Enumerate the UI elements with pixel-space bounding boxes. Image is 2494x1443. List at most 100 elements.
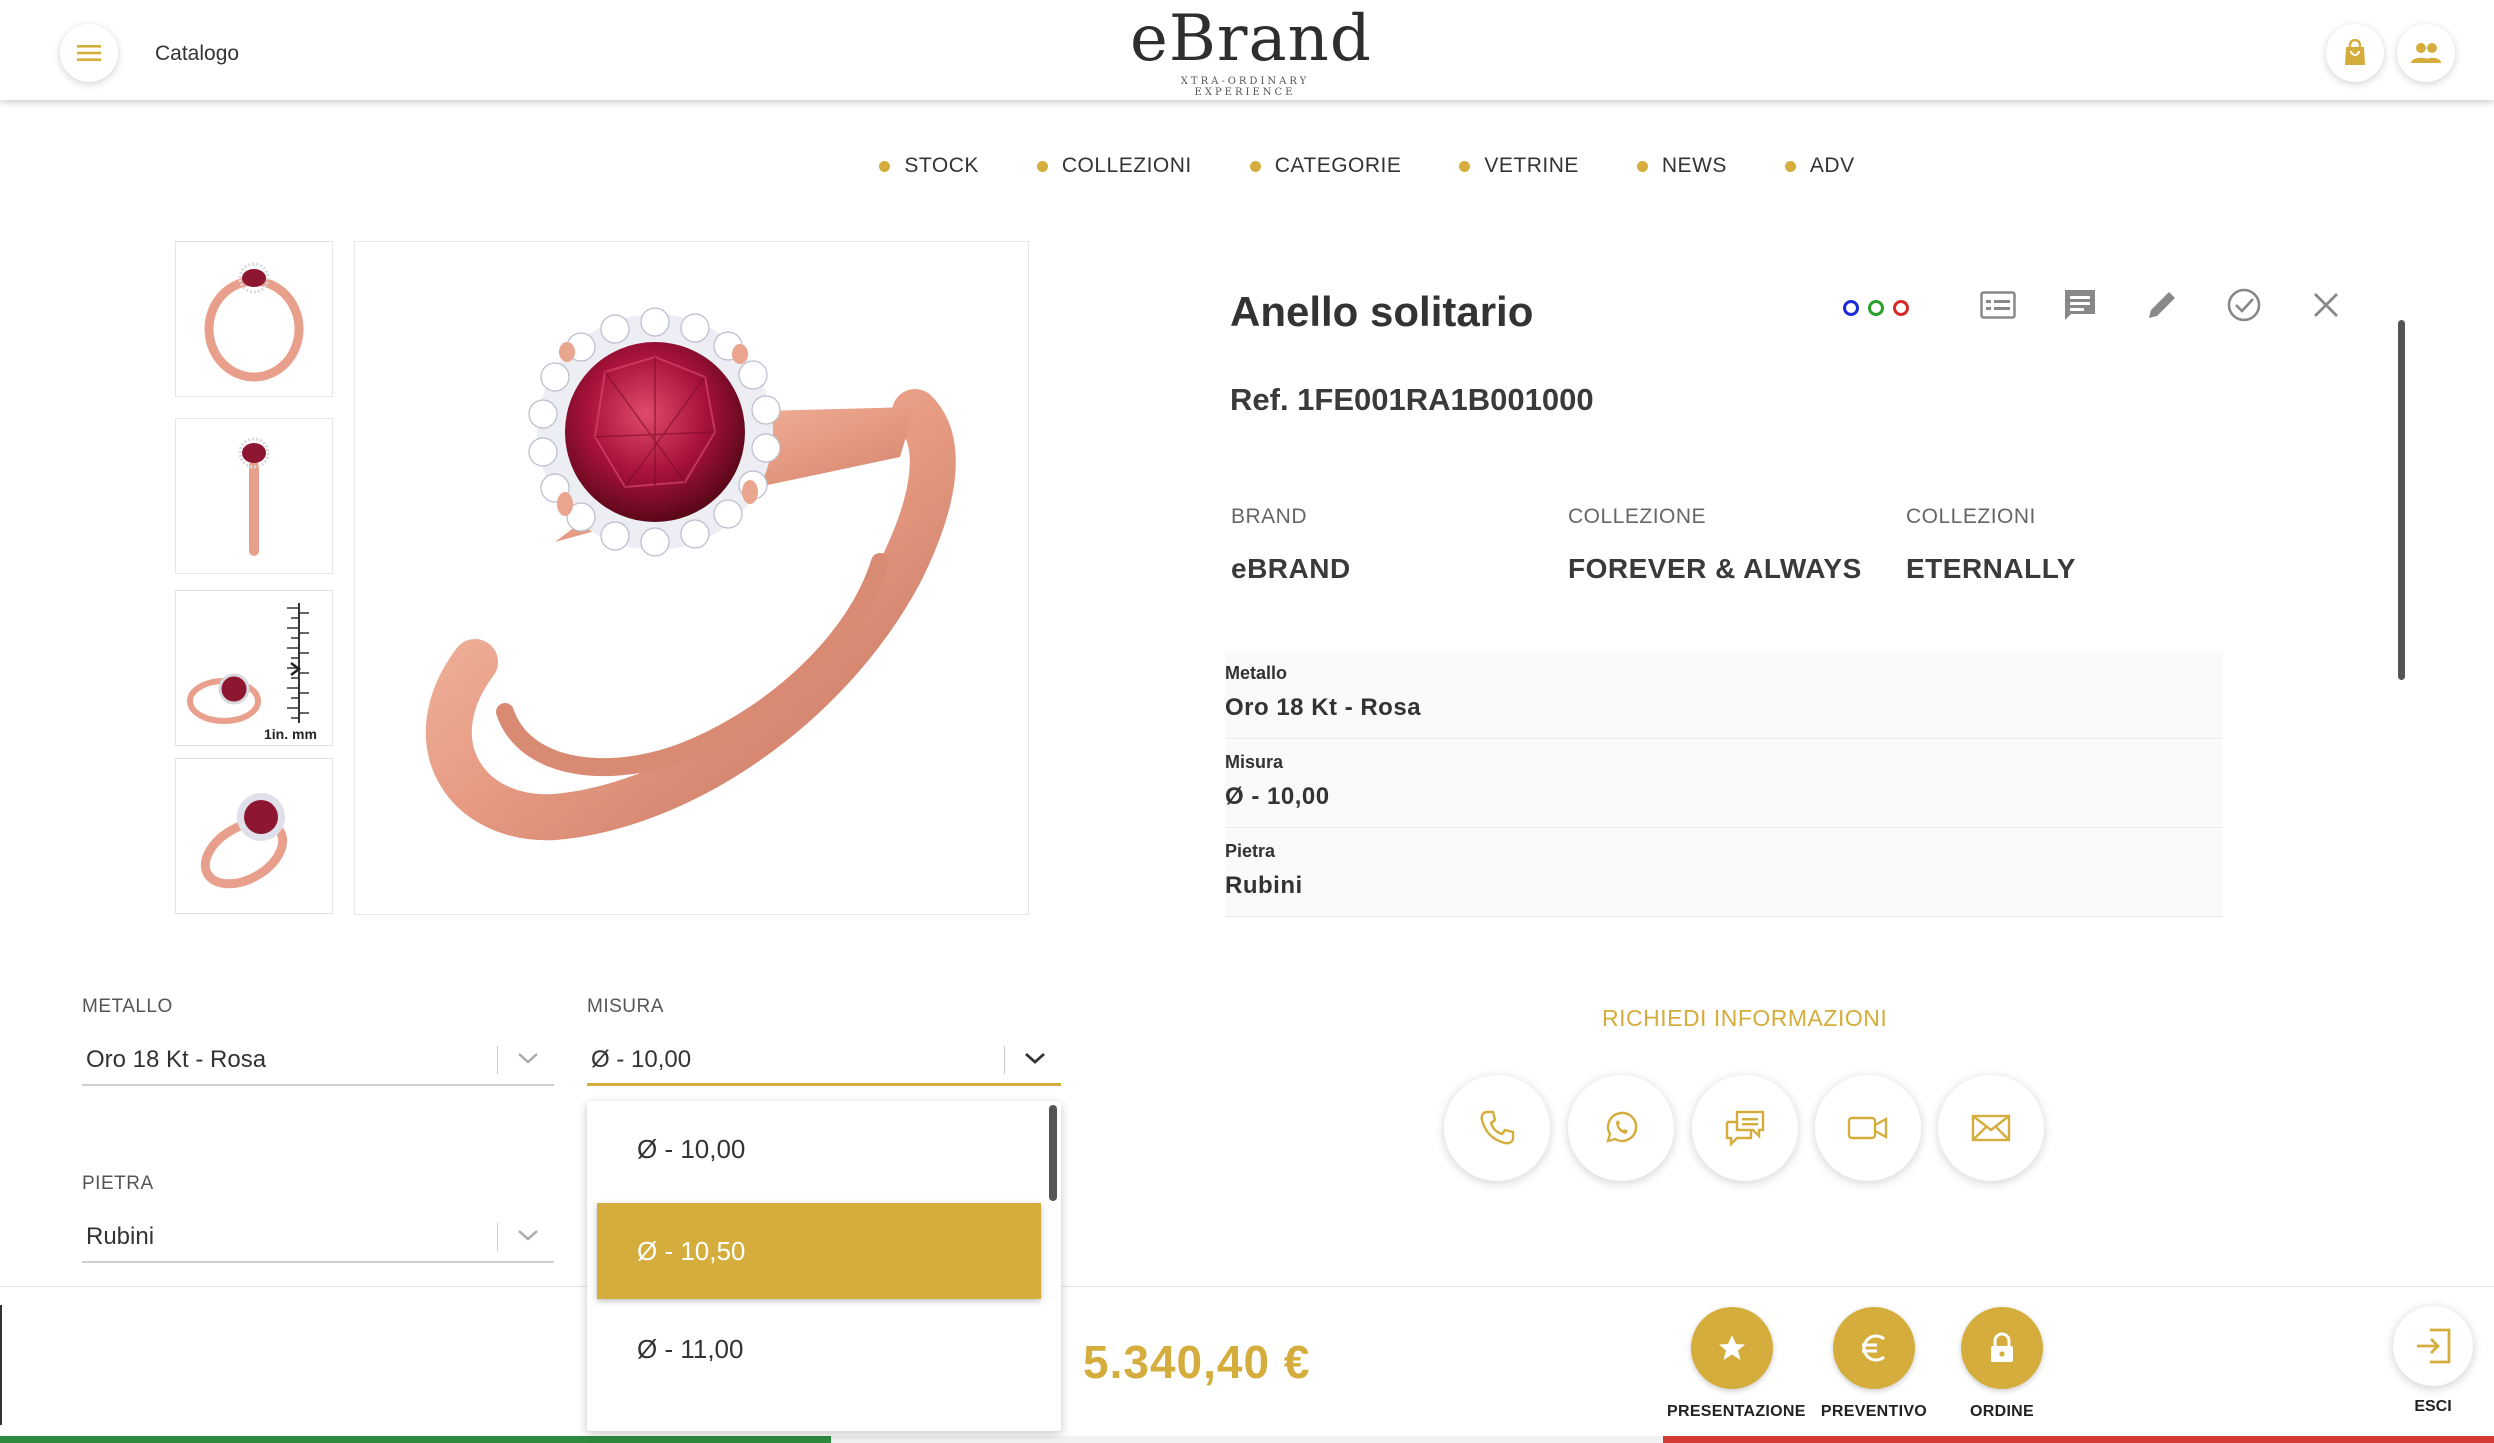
- dropdown-option-highlighted[interactable]: Ø - 10,50: [597, 1203, 1041, 1299]
- spec-row-pietra: Pietra Rubini: [1225, 829, 2223, 917]
- quote-circle[interactable]: [1833, 1307, 1915, 1389]
- phone-icon: [1480, 1110, 1515, 1145]
- star-icon: [1719, 1335, 1745, 1360]
- presentation-circle[interactable]: [1691, 1307, 1773, 1389]
- nav-bullet: [1036, 160, 1048, 172]
- misura-dropdown[interactable]: Ø - 10,00 Ø - 10,50 Ø - 11,00: [587, 1101, 1061, 1431]
- nav-item-adv[interactable]: ADV: [1784, 154, 1855, 178]
- order-circle[interactable]: [1961, 1307, 2043, 1389]
- comment-icon: [2065, 290, 2095, 320]
- thumbnail-side[interactable]: [175, 418, 333, 574]
- order-button[interactable]: ORDINE: [1937, 1307, 2067, 1421]
- cart-button[interactable]: [2326, 24, 2384, 82]
- approve-button[interactable]: [2224, 285, 2264, 325]
- edit-button[interactable]: [2142, 285, 2182, 325]
- misura-select-label: MISURA: [587, 996, 664, 1017]
- dropdown-scrollbar[interactable]: [1049, 1105, 1057, 1201]
- nav-bullet: [879, 160, 891, 172]
- dropdown-option[interactable]: Ø - 11,00: [587, 1301, 1061, 1397]
- color-dot-green[interactable]: [1868, 300, 1884, 316]
- catalog-link[interactable]: Catalogo: [155, 42, 239, 66]
- footer-divider: [0, 1305, 2, 1425]
- spec-row-metallo: Metallo Oro 18 Kt - Rosa: [1225, 651, 2223, 739]
- color-dot-blue[interactable]: [1843, 300, 1859, 316]
- attr-value-collezione[interactable]: FOREVER & ALWAYS: [1568, 553, 1862, 585]
- euro-icon: [1862, 1334, 1885, 1362]
- spec-row-misura: Misura Ø - 10,00: [1225, 740, 2223, 828]
- italian-flag-strip: [0, 1436, 2494, 1443]
- spec-label: Pietra: [1225, 841, 1276, 861]
- app-header: Catalogo eBrand XTRA-ORDINARY EXPERIENCE: [0, 0, 2494, 100]
- spec-label: Metallo: [1225, 663, 1288, 683]
- notes-button[interactable]: [2060, 285, 2100, 325]
- exit-button[interactable]: ESCI: [2393, 1306, 2473, 1416]
- nav-item-label: COLLEZIONI: [1061, 154, 1192, 177]
- nav-item-collezioni[interactable]: COLLEZIONI: [1036, 154, 1192, 178]
- nav-item-label: VETRINE: [1484, 154, 1579, 177]
- metallo-select[interactable]: Oro 18 Kt - Rosa: [82, 1036, 554, 1086]
- video-call-button[interactable]: [1815, 1075, 1921, 1181]
- whatsapp-icon: [1606, 1111, 1638, 1143]
- exit-circle[interactable]: [2393, 1306, 2473, 1386]
- thumbnail-scale[interactable]: 1in. mm: [175, 590, 333, 746]
- nav-item-vetrine[interactable]: VETRINE: [1459, 154, 1579, 178]
- color-dot-red[interactable]: [1893, 300, 1909, 316]
- exit-icon: [2417, 1328, 2451, 1364]
- footer-bar: 5.340,40 € PRESENTAZIONE PREVENTIVO ORDI…: [0, 1286, 2494, 1443]
- nav-item-label: CATEGORIE: [1274, 154, 1402, 177]
- whatsapp-button[interactable]: [1568, 1075, 1674, 1181]
- ring-front-image: [204, 262, 304, 382]
- spec-value: Rubini: [1225, 872, 1303, 899]
- category-nav: STOCK COLLEZIONI CATEGORIE VETRINE NEWS …: [0, 154, 2494, 178]
- ruby-ring-image: [425, 307, 956, 841]
- thumbnail-front[interactable]: [175, 241, 333, 397]
- presentation-button[interactable]: PRESENTAZIONE: [1667, 1307, 1806, 1421]
- details-card-button[interactable]: [1978, 285, 2018, 325]
- brand-logo[interactable]: eBrand XTRA-ORDINARY EXPERIENCE: [1130, 4, 1371, 98]
- users-icon: [2411, 43, 2441, 63]
- attr-label-collezione: COLLEZIONE: [1568, 505, 1707, 528]
- order-label: ORDINE: [1969, 1403, 2035, 1420]
- phone-button[interactable]: [1444, 1075, 1550, 1181]
- attr-value-brand[interactable]: eBRAND: [1231, 553, 1351, 585]
- chat-button[interactable]: [1692, 1075, 1798, 1181]
- flag-green: [0, 1436, 832, 1443]
- product-main-image[interactable]: [354, 241, 1029, 915]
- check-circle-icon: [2227, 288, 2261, 322]
- video-camera-icon: [1847, 1116, 1888, 1140]
- close-button[interactable]: [2306, 285, 2346, 325]
- color-options[interactable]: [1843, 300, 1909, 316]
- flag-white: [831, 1436, 1663, 1443]
- product-price: 5.340,40 €: [1083, 1336, 1311, 1388]
- select-separator: [1004, 1046, 1005, 1074]
- spec-value: Ø - 10,00: [1225, 783, 1330, 810]
- chevron-down-icon: [518, 1053, 538, 1064]
- email-button[interactable]: [1938, 1075, 2044, 1181]
- select-separator: [497, 1223, 498, 1251]
- attr-label-collezioni: COLLEZIONI: [1906, 505, 2036, 528]
- product-reference: Ref. 1FE001RA1B001000: [1230, 382, 1594, 417]
- shopping-bag-icon: [2345, 39, 2365, 65]
- misura-select-value: Ø - 10,00: [591, 1046, 692, 1073]
- dropdown-option[interactable]: Ø - 10,00: [587, 1101, 1061, 1197]
- quote-label: PREVENTIVO: [1820, 1403, 1928, 1420]
- users-button[interactable]: [2397, 24, 2455, 82]
- logo-tagline: XTRA-ORDINARY EXPERIENCE: [1180, 76, 1310, 98]
- nav-item-stock[interactable]: STOCK: [639, 154, 978, 178]
- thumbnail-angled[interactable]: [175, 758, 333, 914]
- nav-item-news[interactable]: NEWS: [1636, 154, 1727, 178]
- quote-button[interactable]: PREVENTIVO: [1809, 1307, 1939, 1421]
- attr-value-collezioni[interactable]: ETERNALLY: [1906, 553, 2076, 585]
- menu-button[interactable]: [60, 24, 118, 82]
- nav-bullet: [1249, 160, 1261, 172]
- details-scrollbar[interactable]: [2398, 320, 2405, 680]
- chevron-down-icon: [1025, 1052, 1045, 1064]
- pietra-select[interactable]: Rubini: [82, 1213, 554, 1263]
- misura-select[interactable]: Ø - 10,00: [587, 1036, 1061, 1086]
- select-separator: [497, 1046, 498, 1074]
- chevron-down-icon: [518, 1230, 538, 1241]
- nav-item-categorie[interactable]: CATEGORIE: [1249, 154, 1402, 178]
- exit-label: ESCI: [2414, 1398, 2452, 1415]
- presentation-label: PRESENTAZIONE: [1667, 1403, 1806, 1420]
- envelope-icon: [1971, 1114, 2011, 1142]
